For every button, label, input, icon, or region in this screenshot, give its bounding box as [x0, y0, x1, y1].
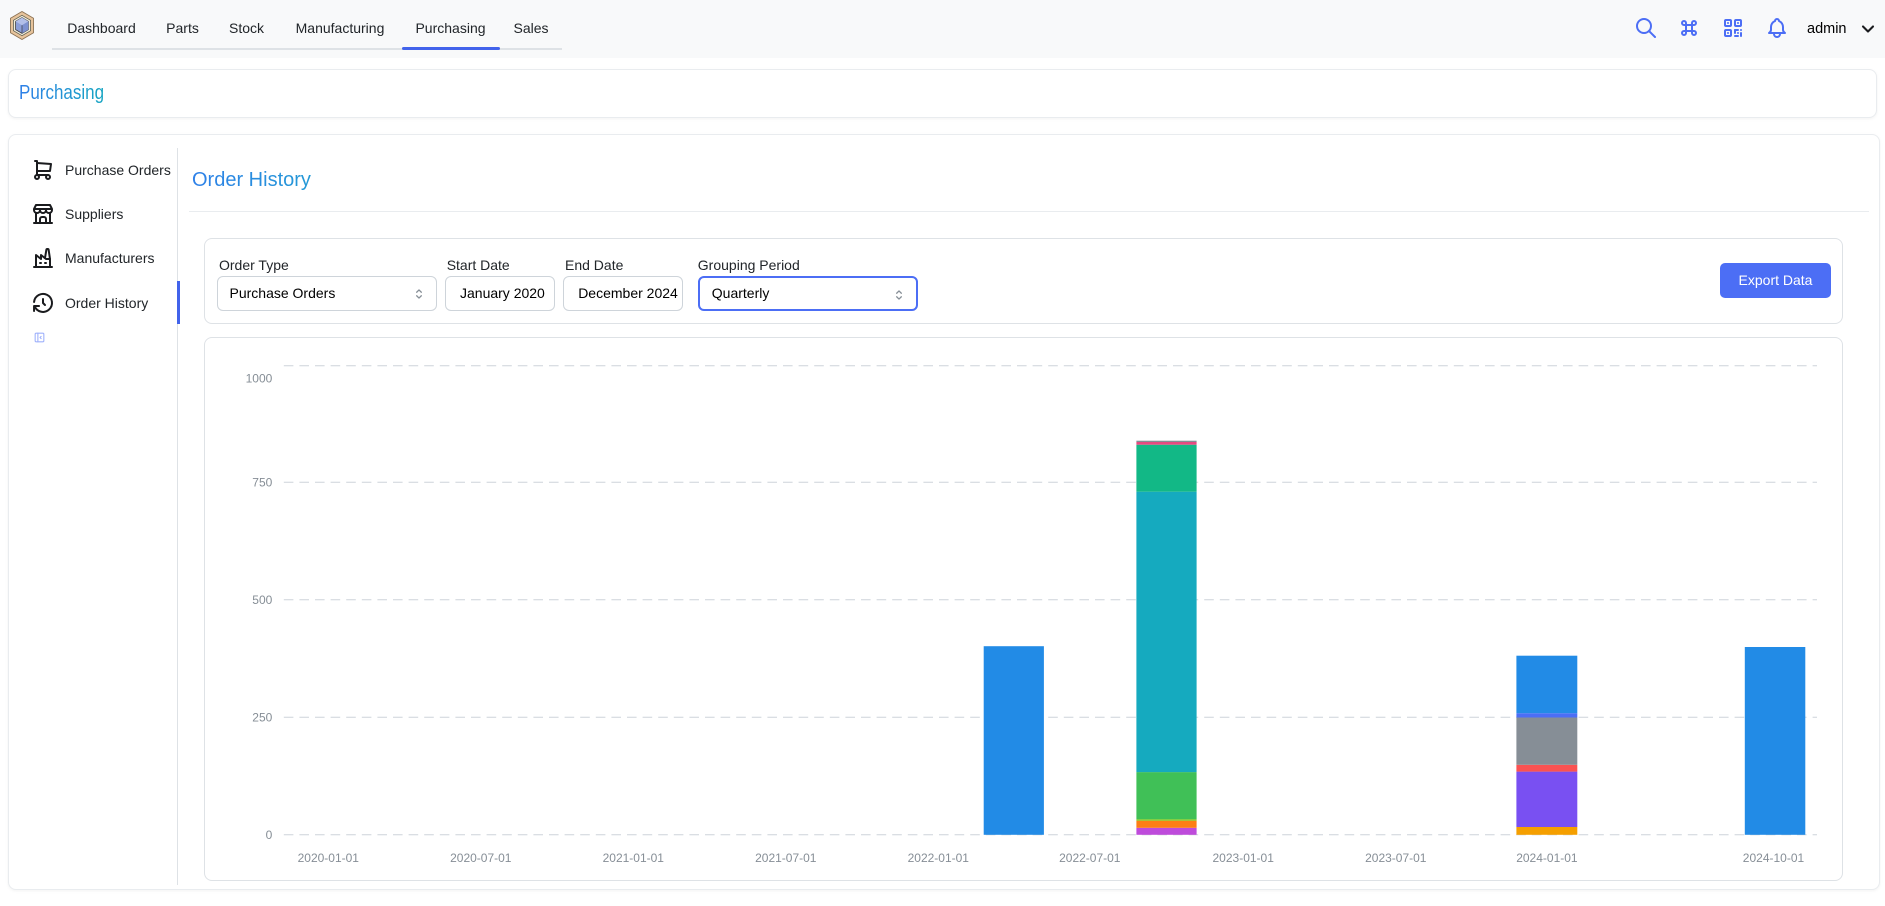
svg-text:750: 750: [252, 476, 272, 490]
svg-text:2021-01-01: 2021-01-01: [603, 851, 665, 865]
svg-text:2024-10-01: 2024-10-01: [1743, 851, 1805, 865]
svg-text:500: 500: [252, 593, 272, 607]
svg-text:2023-01-01: 2023-01-01: [1213, 851, 1275, 865]
svg-text:1000: 1000: [246, 372, 273, 386]
svg-text:2022-07-01: 2022-07-01: [1059, 851, 1121, 865]
svg-text:2020-07-01: 2020-07-01: [450, 851, 512, 865]
svg-text:250: 250: [252, 711, 272, 725]
svg-text:2021-07-01: 2021-07-01: [755, 851, 817, 865]
svg-text:2024-01-01: 2024-01-01: [1516, 851, 1578, 865]
svg-text:2020-01-01: 2020-01-01: [298, 851, 360, 865]
svg-text:2023-07-01: 2023-07-01: [1365, 851, 1427, 865]
svg-text:0: 0: [266, 828, 273, 842]
svg-text:2022-01-01: 2022-01-01: [908, 851, 970, 865]
